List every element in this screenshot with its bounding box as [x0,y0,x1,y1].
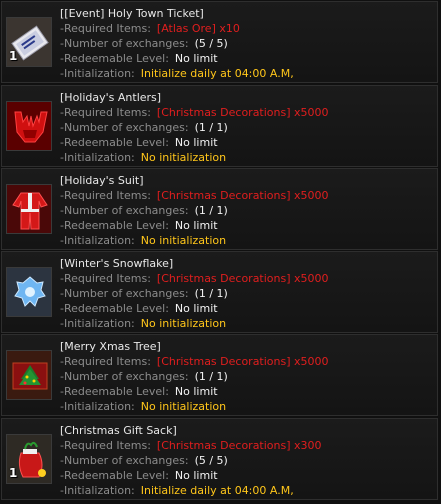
level-value: No limit [174,136,218,149]
init-value: No initialization [140,234,227,247]
item-slot[interactable] [6,350,52,400]
init-label: -Initialization: [60,317,135,330]
init-value: Initialize daily at 04:00 A.M, [140,484,294,497]
snowflake-icon [7,268,51,316]
item-slot[interactable] [6,184,52,234]
item-slot[interactable] [6,267,52,317]
exchange-item-row[interactable]: [Winter's Snowflake] -Required Items: [Ch… [1,251,438,333]
item-quantity: 1 [9,466,18,480]
item-name: [Christmas Gift Sack] [60,424,177,437]
level-value: No limit [174,469,218,482]
exchanges-label: -Number of exchanges: [60,121,189,134]
exchanges-value: (1 / 1) [194,370,228,383]
exchanges-label: -Number of exchanges: [60,454,189,467]
item-name: [Winter's Snowflake] [60,257,174,270]
exchange-item-list: 1 [[Event] Holy Town Ticket] -Required I… [0,0,441,504]
level-label: -Redeemable Level: [60,469,169,482]
item-name: [Holiday's Antlers] [60,91,162,104]
level-label: -Redeemable Level: [60,385,169,398]
item-quantity: 1 [9,49,18,63]
init-value: Initialize daily at 04:00 A.M, [140,67,294,80]
exchange-item-row[interactable]: 1 [Christmas Gift Sack] -Required Items:… [1,418,438,500]
init-label: -Initialization: [60,400,135,413]
exchanges-value: (1 / 1) [194,204,228,217]
init-label: -Initialization: [60,67,135,80]
level-label: -Redeemable Level: [60,302,169,315]
level-label: -Redeemable Level: [60,219,169,232]
exchange-item-row[interactable]: [Merry Xmas Tree] -Required Items: [Chris… [1,334,438,416]
exchanges-value: (1 / 1) [194,121,228,134]
required-items-value: [Christmas Decorations] x5000 [156,355,329,368]
init-label: -Initialization: [60,151,135,164]
required-items-label: -Required Items: [60,439,151,452]
exchanges-label: -Number of exchanges: [60,370,189,383]
exchanges-label: -Number of exchanges: [60,37,189,50]
exchange-item-row[interactable]: [Holiday's Suit] -Required Items: [Christ… [1,168,438,250]
suit-icon [7,185,51,233]
level-value: No limit [174,302,218,315]
init-label: -Initialization: [60,484,135,497]
required-items-label: -Required Items: [60,355,151,368]
required-items-value: [Christmas Decorations] x5000 [156,189,329,202]
exchanges-label: -Number of exchanges: [60,287,189,300]
required-items-value: [Christmas Decorations] x5000 [156,272,329,285]
exchanges-value: (5 / 5) [194,454,228,467]
exchanges-label: -Number of exchanges: [60,204,189,217]
antlers-icon [7,102,51,150]
level-value: No limit [174,219,218,232]
item-slot[interactable]: 1 [6,434,52,484]
level-value: No limit [174,385,218,398]
init-value: No initialization [140,151,227,164]
required-items-label: -Required Items: [60,22,151,35]
item-name: [Holiday's Suit] [60,174,144,187]
exchanges-value: (5 / 5) [194,37,228,50]
required-items-label: -Required Items: [60,189,151,202]
required-items-value: [Christmas Decorations] x300 [156,439,322,452]
exchange-item-row[interactable]: 1 [[Event] Holy Town Ticket] -Required I… [1,1,438,83]
item-name: [[Event] Holy Town Ticket] [60,7,204,20]
required-items-value: [Christmas Decorations] x5000 [156,106,329,119]
exchange-item-row[interactable]: [Holiday's Antlers] -Required Items: [Chr… [1,85,438,167]
level-label: -Redeemable Level: [60,52,169,65]
required-items-label: -Required Items: [60,272,151,285]
init-label: -Initialization: [60,234,135,247]
required-items-label: -Required Items: [60,106,151,119]
required-items-value: [Atlas Ore] x10 [156,22,240,35]
xmas-tree-icon [7,351,51,399]
exchanges-value: (1 / 1) [194,287,228,300]
item-slot[interactable] [6,101,52,151]
item-name: [Merry Xmas Tree] [60,340,161,353]
item-slot[interactable]: 1 [6,17,52,67]
level-value: No limit [174,52,218,65]
init-value: No initialization [140,317,227,330]
init-value: No initialization [140,400,227,413]
level-label: -Redeemable Level: [60,136,169,149]
